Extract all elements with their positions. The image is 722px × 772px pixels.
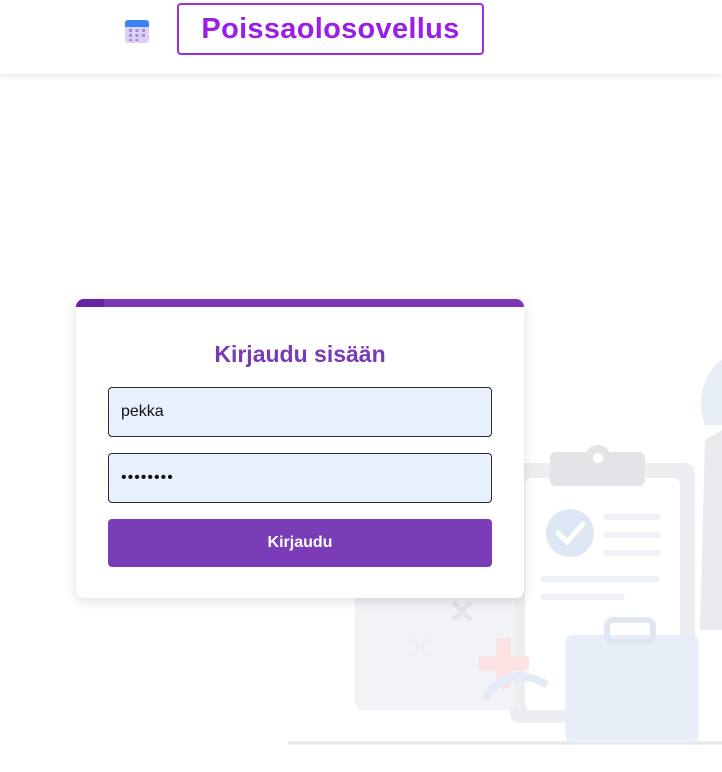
app-title: Poissaolosovellus — [177, 3, 484, 55]
calendar-icon — [124, 18, 150, 44]
login-button[interactable]: Kirjaudu — [108, 519, 492, 567]
username-input[interactable] — [108, 387, 492, 437]
password-input[interactable] — [108, 453, 492, 503]
top-header: Poissaolosovellus — [0, 0, 722, 74]
login-card: Kirjaudu sisään Kirjaudu — [76, 299, 524, 598]
login-title: Kirjaudu sisään — [214, 341, 386, 367]
